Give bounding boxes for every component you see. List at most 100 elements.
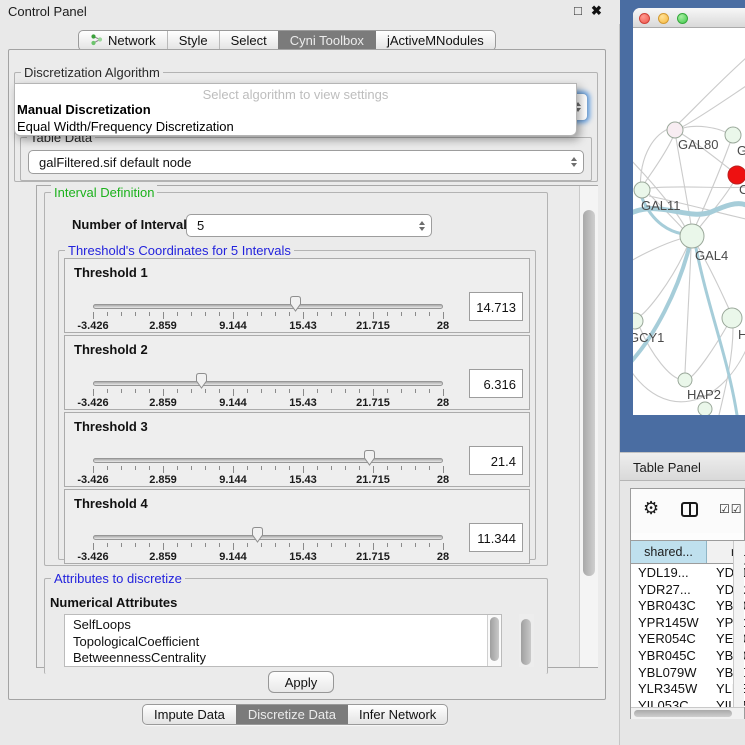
network-canvas[interactable]: GAL80GACGAL11GAL4GCY1HHAP2 — [633, 28, 745, 415]
tab-network[interactable]: Network — [79, 31, 167, 50]
slider-ticks — [93, 389, 443, 397]
table-panel-titlebar: Table Panel — [620, 452, 745, 481]
slider-handle[interactable] — [288, 295, 303, 313]
tab-discretize-data[interactable]: Discretize Data — [236, 705, 347, 724]
slider-tick-labels: -3.4262.8599.14415.4321.71528 — [93, 320, 443, 332]
threshold-label: Threshold 2 — [74, 342, 148, 357]
table-data-combo[interactable]: galFiltered.sif default node — [28, 150, 584, 174]
slider-track[interactable] — [93, 458, 443, 463]
threshold-label: Threshold 4 — [74, 496, 148, 511]
numerical-attributes-list[interactable]: SelfLoopsTopologicalCoefficientBetweenne… — [64, 614, 502, 667]
column-layout-icon[interactable] — [681, 502, 698, 517]
cell-shared-name: YER054C — [631, 631, 710, 648]
cyni-bottom-tabbar: Impute DataDiscretize Data Infer Network — [142, 704, 448, 725]
table-row[interactable]: YPR145WYPR145... — [631, 615, 745, 632]
table-row[interactable]: YDR27...YDR27... — [631, 582, 745, 599]
attribute-item-topologicalcoefficient[interactable]: TopologicalCoefficient — [73, 634, 501, 651]
threshold-value-field[interactable]: 11.344 — [469, 523, 523, 552]
algorithm-popup-hint: Select algorithm to view settings — [15, 87, 576, 102]
slider-track[interactable] — [93, 304, 443, 309]
table-row[interactable]: YBR045CYBR045... — [631, 648, 745, 665]
tab-select[interactable]: Select — [219, 31, 278, 50]
tab-jactivemnodules[interactable]: jActiveMNodules — [375, 31, 495, 50]
table-horizontal-scrollbar[interactable] — [631, 707, 744, 719]
slider-handle[interactable] — [362, 449, 377, 467]
tab-cyni-toolbox[interactable]: Cyni Toolbox — [278, 31, 375, 50]
close-window-icon[interactable] — [639, 13, 650, 24]
attribute-item-betweennesscentrality[interactable]: BetweennessCentrality — [73, 650, 501, 667]
cell-shared-name: YBR045C — [631, 648, 710, 665]
attributes-list-scrollbar[interactable] — [487, 615, 501, 666]
node-label: HAP2 — [687, 387, 721, 402]
network-node-hap2[interactable] — [678, 373, 692, 387]
node-label: H — [738, 327, 745, 342]
thresholds-group-title: Threshold's Coordinates for 5 Intervals — [65, 243, 294, 258]
interval-definition-title: Interval Definition — [51, 185, 157, 200]
column-header-shared-name[interactable]: shared... — [631, 541, 707, 563]
attribute-item-selfloops[interactable]: SelfLoops — [73, 617, 501, 634]
scrollbar-thumb[interactable] — [490, 617, 499, 661]
select-columns-icon[interactable]: ☑☑ — [719, 502, 743, 516]
table-row[interactable]: YBL079WYBL079... — [631, 665, 745, 682]
network-node-ga[interactable] — [725, 127, 741, 143]
threshold-label: Threshold 3 — [74, 419, 148, 434]
minimize-window-icon[interactable] — [658, 13, 669, 24]
gear-icon[interactable]: ⚙ — [643, 499, 659, 517]
node-label: GAL80 — [678, 137, 718, 152]
slider-ticks — [93, 312, 443, 320]
slider-track[interactable] — [93, 535, 443, 540]
close-panel-icon[interactable]: ✖ — [591, 3, 602, 19]
node-label: GCY1 — [633, 330, 664, 345]
number-of-intervals-value: 5 — [197, 218, 413, 233]
threshold-value-field[interactable]: 14.713 — [469, 292, 523, 321]
scrollbar-thumb[interactable] — [521, 619, 531, 665]
threshold-value-field[interactable]: 6.316 — [469, 369, 523, 398]
combo-stepper-icon — [565, 151, 583, 173]
number-of-intervals-combo[interactable]: 5 — [186, 214, 432, 237]
slider-ticks — [93, 466, 443, 474]
network-window: GAL80GACGAL11GAL4GCY1HHAP2 — [633, 8, 745, 415]
slider-handle[interactable] — [194, 372, 209, 390]
network-graph-icon — [90, 33, 103, 49]
scrollbar-thumb[interactable] — [583, 210, 595, 576]
table-row[interactable]: YIL053CYIL053... — [631, 698, 745, 707]
tab-label: Select — [231, 33, 267, 48]
cell-shared-name: YLR345W — [631, 681, 710, 698]
threshold-value-field[interactable]: 21.4 — [469, 446, 523, 475]
algorithm-option-manual-discretization[interactable]: Manual Discretization — [17, 102, 577, 119]
screen: Control Panel □ ✖ NetworkStyle Select Cyni… — [0, 0, 745, 745]
algorithm-option-equal-width-frequency-discretization[interactable]: Equal Width/Frequency Discretization — [17, 119, 577, 136]
threshold-panel-1: Threshold 1-3.4262.8599.14415.4321.71528… — [64, 258, 530, 333]
table-row[interactable]: YER054CYER054... — [631, 631, 745, 648]
network-node-gal80[interactable] — [667, 122, 683, 138]
settings-scrollbar[interactable] — [579, 186, 598, 667]
tab-impute-data[interactable]: Impute Data — [143, 705, 236, 724]
table-row[interactable]: YLR345WYLR345... — [631, 681, 745, 698]
slider-track[interactable] — [93, 381, 443, 386]
float-window-icon[interactable]: □ — [574, 3, 582, 18]
tab-label: Cyni Toolbox — [290, 33, 364, 48]
scrollbar-thumb[interactable] — [634, 710, 732, 717]
threshold-panel-2: Threshold 2-3.4262.8599.14415.4321.71528… — [64, 335, 530, 410]
numerical-attributes-label: Numerical Attributes — [50, 595, 177, 610]
slider-tick-labels: -3.4262.8599.14415.4321.71528 — [93, 551, 443, 563]
control-panel-title: Control Panel — [8, 4, 87, 19]
tab-label: Infer Network — [359, 707, 436, 722]
network-node[interactable] — [698, 402, 712, 415]
network-window-titlebar[interactable] — [633, 8, 745, 28]
network-node-gal11[interactable] — [634, 182, 650, 198]
attributes-group-scrollbar[interactable] — [519, 614, 534, 667]
table-rows: YDL19...YDL19...YDR27...YDR27...YBR043CY… — [631, 565, 745, 707]
table-vertical-scrollbar[interactable] — [733, 541, 744, 707]
tab-label: jActiveMNodules — [387, 33, 484, 48]
slider-handle[interactable] — [250, 526, 265, 544]
apply-button[interactable]: Apply — [268, 671, 334, 693]
network-node-gal4[interactable] — [680, 224, 704, 248]
table-row[interactable]: YDL19...YDL19... — [631, 565, 745, 582]
threshold-panel-4: Threshold 4 -3.4262.8599.14415.4321.71528… — [64, 489, 530, 564]
zoom-window-icon[interactable] — [677, 13, 688, 24]
network-node-h[interactable] — [722, 308, 742, 328]
tab-style[interactable]: Style — [167, 31, 219, 50]
tab-infer-network[interactable]: Infer Network — [347, 705, 447, 724]
table-row[interactable]: YBR043CYBR043... — [631, 598, 745, 615]
